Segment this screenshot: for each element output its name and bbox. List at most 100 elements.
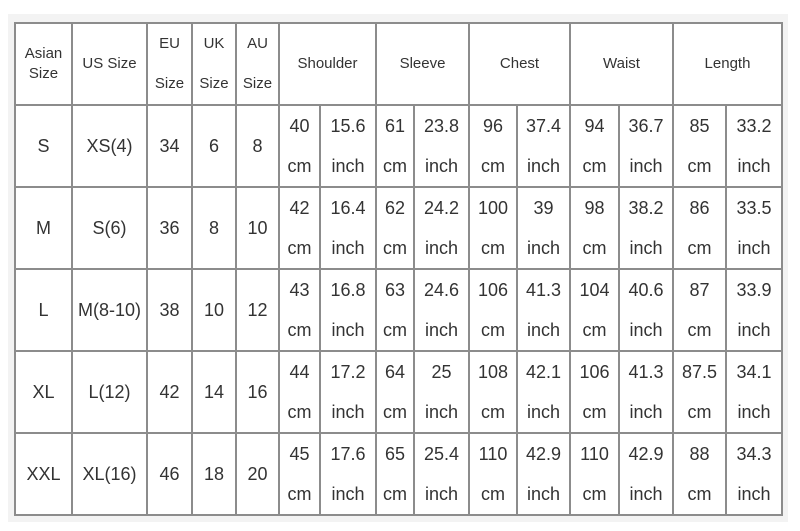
cell-au-size: 8: [235, 104, 280, 188]
measure-value: 96: [482, 116, 504, 136]
cell-measure-cm: 110 cm: [468, 432, 518, 516]
cell-measure-inch: 16.8 inch: [319, 268, 377, 352]
measure-value: 40: [289, 116, 310, 136]
table-row: S XS(4) 34 6 8 40 cm 15.6 inch 61 cm 23.8 inch 96 cm 37…: [14, 104, 783, 188]
measure-unit: inch: [424, 156, 459, 176]
header-row: Asian Size US Size EU Size UK Size AU Size S…: [14, 22, 783, 106]
measure-unit: cm: [383, 402, 407, 422]
measure-unit: inch: [424, 238, 459, 258]
cell-us-size: L(12): [71, 350, 148, 434]
cell-eu-size: 42: [146, 350, 193, 434]
cell-measure-inch: 41.3 inch: [516, 268, 571, 352]
cell-measure-inch: 33.2 inch: [725, 104, 783, 188]
measure-value: 87: [689, 280, 710, 300]
header-text: AU: [247, 35, 268, 52]
measure-value: 110: [580, 444, 609, 464]
cell-measure-inch: 24.6 inch: [413, 268, 470, 352]
cell-us-size: XL(16): [71, 432, 148, 516]
cell-uk-size: 14: [191, 350, 237, 434]
cell-measure-inch: 16.4 inch: [319, 186, 377, 270]
measure-unit: cm: [687, 484, 712, 504]
header-text: Size: [154, 75, 185, 92]
measure-value: 39: [533, 198, 554, 218]
measure-unit: inch: [526, 156, 561, 176]
cell-measure-cm: 64 cm: [375, 350, 415, 434]
cell-measure-inch: 40.6 inch: [618, 268, 674, 352]
measure-value: 42.1: [525, 362, 562, 382]
measure-unit: cm: [287, 156, 312, 176]
measure-unit: inch: [526, 320, 561, 340]
measure-value: 88: [689, 444, 710, 464]
cell-us-size: S(6): [71, 186, 148, 270]
measure-value: 43: [289, 280, 310, 300]
measure-unit: inch: [424, 402, 459, 422]
cell-uk-size: 6: [191, 104, 237, 188]
measure-unit: cm: [582, 320, 607, 340]
measure-unit: inch: [331, 320, 365, 340]
cell-measure-inch: 25.4 inch: [413, 432, 470, 516]
measure-unit: cm: [481, 320, 505, 340]
cell-measure-inch: 42.9 inch: [618, 432, 674, 516]
measure-value: 44: [289, 362, 310, 382]
header-chest: Chest: [468, 22, 571, 106]
measure-value: 25.4: [423, 444, 460, 464]
cell-uk-size: 8: [191, 186, 237, 270]
measure-value: 37.4: [525, 116, 562, 136]
measure-unit: cm: [687, 320, 712, 340]
measure-unit: inch: [526, 484, 561, 504]
cell-uk-size: 18: [191, 432, 237, 516]
measure-unit: cm: [481, 484, 505, 504]
cell-asian-size: XXL: [14, 432, 73, 516]
measure-unit: cm: [687, 238, 712, 258]
cell-measure-inch: 17.2 inch: [319, 350, 377, 434]
cell-measure-cm: 42 cm: [278, 186, 321, 270]
measure-unit: cm: [481, 238, 505, 258]
measure-unit: cm: [582, 156, 607, 176]
measure-value: 33.5: [736, 198, 772, 218]
cell-asian-size: S: [14, 104, 73, 188]
measure-value: 41.3: [628, 362, 664, 382]
measure-unit: cm: [481, 156, 505, 176]
table-row: L M(8-10) 38 10 12 43 cm 16.8 inch 63 cm 24.6 inch 10…: [14, 268, 783, 352]
cell-measure-cm: 86 cm: [672, 186, 727, 270]
measure-value: 64: [384, 362, 406, 382]
measure-value: 87.5: [681, 362, 718, 382]
measure-unit: cm: [582, 402, 607, 422]
measure-unit: cm: [287, 320, 312, 340]
measure-unit: inch: [737, 320, 771, 340]
measure-value: 17.6: [330, 444, 366, 464]
measure-value: 24.6: [423, 280, 460, 300]
measure-value: 94: [584, 116, 605, 136]
cell-measure-cm: 85 cm: [672, 104, 727, 188]
measure-unit: inch: [331, 238, 365, 258]
header-text: Size: [242, 75, 273, 92]
measure-value: 24.2: [423, 198, 460, 218]
cell-measure-cm: 61 cm: [375, 104, 415, 188]
cell-eu-size: 38: [146, 268, 193, 352]
header-waist: Waist: [569, 22, 674, 106]
cell-au-size: 10: [235, 186, 280, 270]
cell-measure-inch: 25 inch: [413, 350, 470, 434]
cell-eu-size: 36: [146, 186, 193, 270]
header-text: Asian: [24, 45, 63, 62]
measure-unit: cm: [287, 484, 312, 504]
measure-unit: cm: [287, 238, 312, 258]
measure-value: 106: [579, 362, 610, 382]
measure-unit: inch: [629, 402, 663, 422]
cell-measure-cm: 40 cm: [278, 104, 321, 188]
measure-unit: inch: [424, 484, 459, 504]
cell-measure-cm: 62 cm: [375, 186, 415, 270]
cell-measure-inch: 42.1 inch: [516, 350, 571, 434]
measure-value: 38.2: [628, 198, 664, 218]
header-asian-size: Asian Size: [14, 22, 73, 106]
header-text: Size: [28, 65, 59, 82]
cell-measure-cm: 87.5 cm: [672, 350, 727, 434]
measure-unit: inch: [629, 320, 663, 340]
measure-unit: inch: [331, 156, 365, 176]
cell-measure-cm: 94 cm: [569, 104, 620, 188]
cell-measure-inch: 38.2 inch: [618, 186, 674, 270]
measure-unit: cm: [481, 402, 505, 422]
table-row: XXL XL(16) 46 18 20 45 cm 17.6 inch 65 cm 25.4 inch 1…: [14, 432, 783, 516]
header-sleeve: Sleeve: [375, 22, 470, 106]
header-text: UK: [203, 35, 225, 52]
